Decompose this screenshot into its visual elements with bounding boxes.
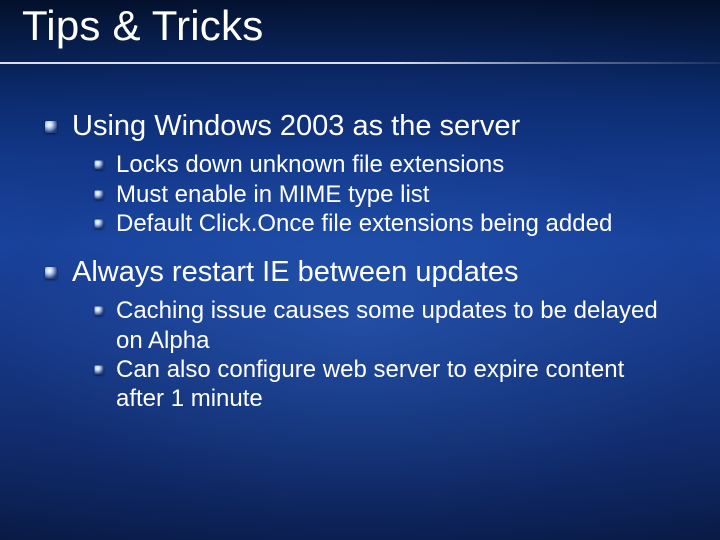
bullet-icon (94, 160, 104, 170)
list-item: Can also configure web server to expire … (94, 355, 680, 414)
bullet-icon (94, 190, 104, 200)
bullet-icon (44, 120, 58, 134)
sublist: Caching issue causes some updates to be … (94, 296, 680, 413)
list-item: Locks down unknown file extensions (94, 150, 680, 179)
list-item: Always restart IE between updates (44, 254, 680, 290)
list-item-text: Locks down unknown file extensions (116, 150, 504, 179)
list-item-text: Can also configure web server to expire … (116, 355, 676, 414)
list-item-text: Using Windows 2003 as the server (72, 108, 520, 144)
slide-content: Using Windows 2003 as the server Locks d… (44, 108, 680, 429)
list-item-text: Always restart IE between updates (72, 254, 519, 290)
bullet-icon (94, 219, 104, 229)
list-item-text: Default Click.Once file extensions being… (116, 209, 612, 238)
list-item: Caching issue causes some updates to be … (94, 296, 680, 355)
bullet-icon (44, 266, 58, 280)
list-item-text: Caching issue causes some updates to be … (116, 296, 676, 355)
bullet-icon (94, 365, 104, 375)
sublist: Locks down unknown file extensions Must … (94, 150, 680, 238)
slide-title: Tips & Tricks (22, 2, 263, 50)
list-item: Must enable in MIME type list (94, 180, 680, 209)
bullet-icon (94, 306, 104, 316)
list-item: Default Click.Once file extensions being… (94, 209, 680, 238)
title-underline (0, 62, 720, 64)
list-item-text: Must enable in MIME type list (116, 180, 429, 209)
list-item: Using Windows 2003 as the server (44, 108, 680, 144)
slide: Tips & Tricks Using Windows 2003 as the … (0, 0, 720, 540)
